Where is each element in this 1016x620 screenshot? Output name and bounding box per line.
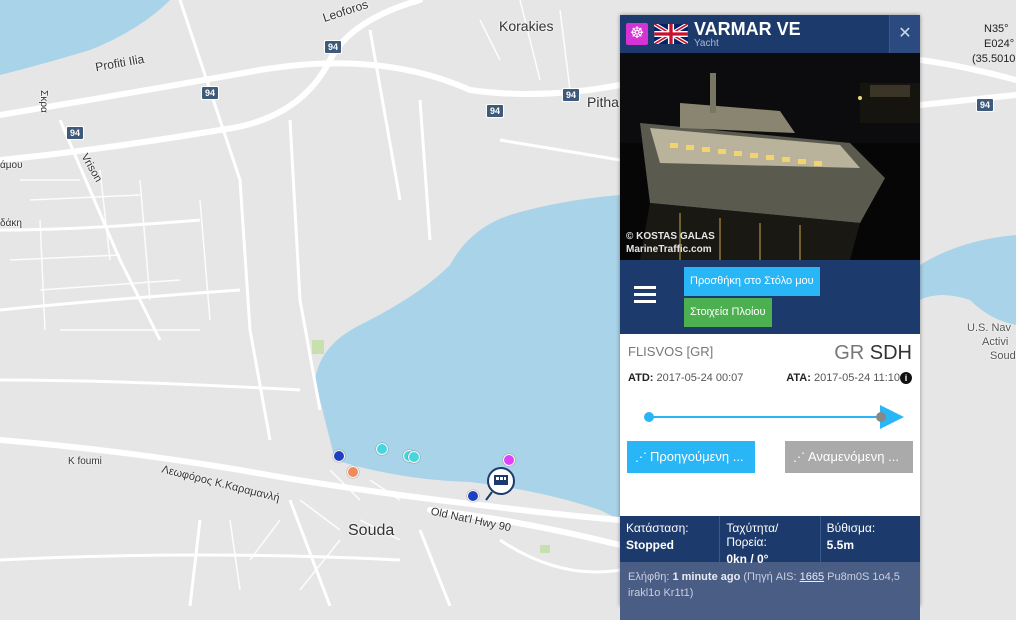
vessel-marker[interactable] (503, 454, 515, 466)
vessel-details-button[interactable]: Στοιχεία Πλοίου (684, 298, 772, 327)
previous-port-label: Προηγούμενη ... (650, 449, 744, 464)
close-icon: ✕ (898, 25, 912, 42)
status-draught: Βύθισμα: 5.5m (821, 516, 920, 562)
source-prefix: (Πηγή AIS: (743, 571, 797, 583)
uk-flag-icon (654, 24, 688, 44)
ais-source-link[interactable]: 1665 (800, 571, 824, 583)
status-speed-value: 0kn / 0° (726, 552, 769, 566)
vessel-type: Yacht (694, 38, 719, 49)
previous-port-button[interactable]: ⋰ Προηγούμενη ... (627, 441, 755, 473)
voyage-section: FLISVOS [GR] GR SDH ATD: 2017-05-24 00:0… (620, 334, 920, 516)
panel-header: ☸ VARMAR VE Yacht ✕ (620, 15, 920, 53)
vessel-marker[interactable] (467, 490, 479, 502)
road-shield-94: 94 (201, 86, 220, 100)
street-label-amou: άμου (0, 160, 23, 171)
arrival-port-code: SDH (869, 342, 912, 364)
status-draught-label: Βύθισμα: (826, 521, 876, 535)
coord-lat: N35° (984, 23, 1009, 35)
ata-value: 2017-05-24 11:10 (813, 372, 900, 384)
photo-credit-author: © KOSTAS GALAS (626, 231, 715, 242)
road-shield-94: 94 (976, 98, 995, 112)
hamburger-menu-icon[interactable] (634, 286, 656, 307)
place-label-souda: Souda (348, 522, 395, 539)
street-label-daki: δάκη (0, 218, 22, 229)
actions-bar: Προσθήκη στο Στόλο μου Στοιχεία Πλοίου (620, 260, 920, 334)
route-icon: ⋰ (793, 450, 805, 464)
next-port-label: Αναμενόμενη ... (808, 449, 899, 464)
photo-credit-site: MarineTraffic.com (626, 244, 712, 255)
received-value: 1 minute ago (672, 571, 741, 583)
next-port-button[interactable]: ⋰ Αναμενόμενη ... (785, 441, 913, 473)
port-marker-icon[interactable] (484, 466, 518, 502)
arrival-port[interactable]: GR SDH (834, 342, 912, 365)
place-label-usnav: U.S. Nav (967, 322, 1012, 334)
atd-label: ATD: (628, 372, 654, 384)
add-to-fleet-button[interactable]: Προσθήκη στο Στόλο μου (684, 267, 820, 296)
atd-value: 2017-05-24 00:07 (656, 372, 744, 384)
photo-credit: © KOSTAS GALAS MarineTraffic.com (626, 230, 715, 256)
vessel-photo[interactable]: © KOSTAS GALAS MarineTraffic.com (620, 53, 920, 260)
vessel-marker[interactable] (408, 451, 420, 463)
arrival-country-code: GR (834, 342, 865, 364)
place-label-korakies: Korakies (499, 18, 554, 34)
coordinate-readout: N35° E024° (35.5010 (956, 22, 1016, 67)
vessel-info-panel: ☸ VARMAR VE Yacht ✕ © KOSTAS GALAS Marin… (620, 15, 920, 620)
vessel-name: VARMAR VE (694, 19, 801, 39)
ship-wheel-icon: ☸ (626, 23, 648, 45)
status-state: Κατάσταση: Stopped (620, 516, 721, 562)
close-button[interactable]: ✕ (889, 15, 920, 53)
status-draught-value: 5.5m (826, 538, 855, 552)
place-label-kfoumi: K foumi (68, 456, 102, 467)
progress-start-dot (644, 412, 654, 422)
received-info: Ελήφθη: 1 minute ago (Πηγή AIS: 1665 Pu8… (620, 562, 920, 620)
status-bar: Κατάσταση: Stopped Ταχύτητα/Πορεία: 0kn … (620, 516, 920, 566)
info-icon[interactable]: i (900, 372, 912, 384)
voyage-progress-bar (644, 405, 904, 429)
route-icon: ⋰ (635, 450, 647, 464)
place-label-pitha: Pitha (587, 94, 619, 110)
received-label: Ελήφθη: (628, 571, 670, 583)
road-shield-94: 94 (562, 88, 581, 102)
yacht-photo-image (620, 53, 920, 260)
road-shield-94: 94 (66, 126, 85, 140)
coord-decimal: (35.5010 (972, 53, 1016, 65)
departure-port[interactable]: FLISVOS [GR] (628, 344, 713, 359)
road-shield-94: 94 (324, 40, 343, 54)
place-label-soud: Soud (990, 350, 1016, 362)
atd-row: ATD: 2017-05-24 00:07 (628, 372, 743, 384)
vessel-marker[interactable] (376, 443, 388, 455)
coord-lon: E024° (984, 38, 1015, 50)
status-speed-label: Ταχύτητα/Πορεία: (726, 521, 779, 549)
progress-position-marker (876, 412, 887, 422)
vessel-marker[interactable] (333, 450, 345, 462)
ata-label: ATA: (786, 372, 811, 384)
vessel-marker[interactable] (347, 466, 359, 478)
status-state-value: Stopped (626, 538, 674, 552)
status-speed: Ταχύτητα/Πορεία: 0kn / 0° (720, 516, 821, 566)
status-state-label: Κατάσταση: (626, 521, 689, 535)
place-label-activi: Activi (982, 336, 1009, 348)
ata-row: ATA: 2017-05-24 11:10 (786, 372, 900, 384)
street-label-skra: Σκρα (37, 90, 49, 113)
road-shield-94: 94 (486, 104, 505, 118)
